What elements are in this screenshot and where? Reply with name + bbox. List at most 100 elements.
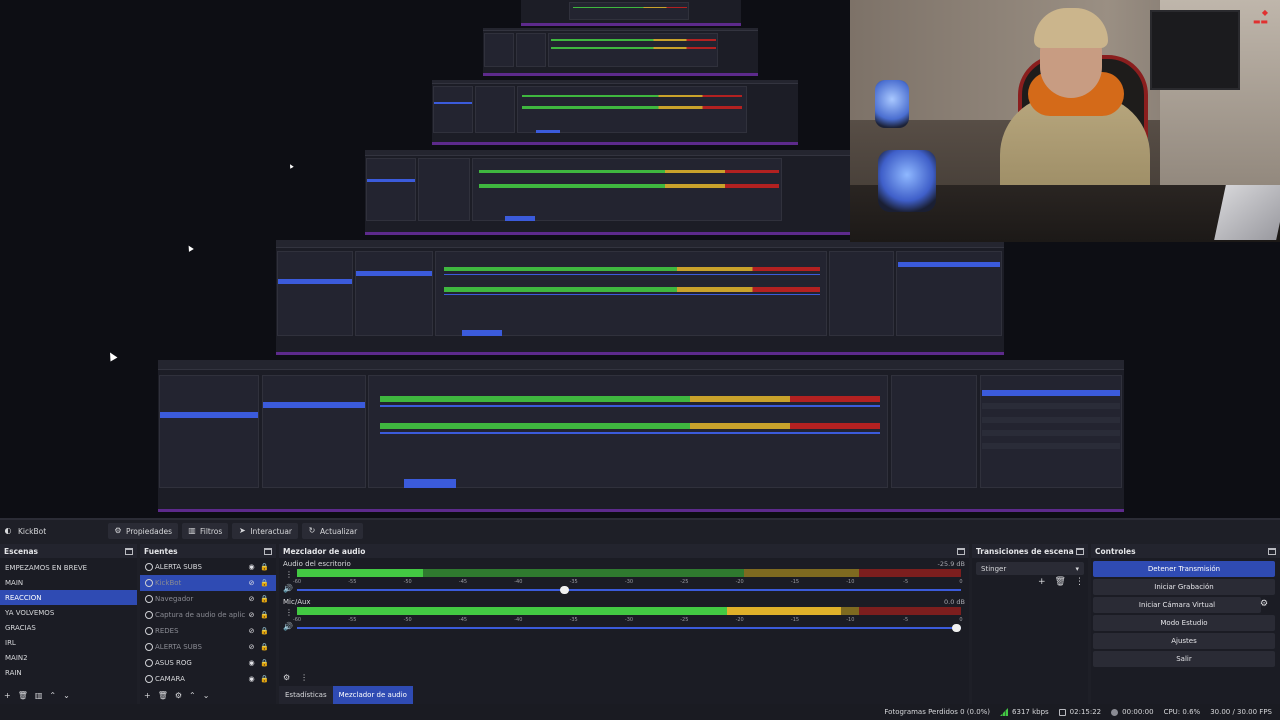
trash-icon[interactable]: 🗑	[18, 691, 28, 700]
meter-tick: -10	[846, 617, 855, 623]
eye-icon[interactable]: ◉	[245, 659, 258, 667]
eye-hidden-icon[interactable]: ⊘	[245, 595, 258, 603]
scene-item[interactable]: YA VOLVEMOS	[0, 605, 137, 620]
scene-item-label: GRACIAS	[5, 623, 36, 632]
virtual-camera-button[interactable]: Iniciar Cámara Virtual	[1093, 597, 1261, 613]
undock-icon[interactable]	[264, 547, 272, 555]
scene-item[interactable]: MAIN2	[0, 650, 137, 665]
source-item[interactable]: ASUS ROG ◉ 🔒	[140, 655, 276, 671]
trash-icon[interactable]: 🗑	[158, 691, 168, 700]
eye-hidden-icon[interactable]: ⊘	[245, 611, 258, 619]
lock-icon[interactable]: 🔒	[258, 579, 271, 587]
meter-tick: -60	[292, 617, 302, 623]
scene-item[interactable]: GRACIAS	[0, 620, 137, 635]
eye-hidden-icon[interactable]: ⊘	[245, 643, 258, 651]
mouse-cursor	[106, 350, 118, 362]
virtual-camera-settings-icon[interactable]: ⚙	[1260, 599, 1268, 609]
lock-icon[interactable]: 🔒	[258, 563, 271, 571]
scene-item[interactable]: IRL	[0, 635, 137, 650]
tab-audio-mixer[interactable]: Mezclador de audio	[332, 686, 413, 704]
source-type-icon	[145, 595, 153, 603]
refresh-button[interactable]: ↻ Actualizar	[302, 523, 364, 539]
mixer-channel: Audio del escritorio -25.9 dB ⋮ -60 -55 -50 -4…	[279, 560, 969, 600]
transition-menu-icon[interactable]: ⋮	[1075, 577, 1084, 587]
move-down-icon[interactable]: ⌄	[203, 691, 210, 700]
source-item[interactable]: CAMARA ◉ 🔒	[140, 671, 276, 687]
meter-tick: -35	[569, 617, 578, 623]
undock-icon[interactable]	[1268, 547, 1276, 555]
gear-icon[interactable]: ⚙	[175, 691, 182, 700]
meter-tick: -35	[569, 579, 578, 585]
obs-dock-area: ◐ KickBot ⚙ Propiedades ▥ Filtros ➤ Inte…	[0, 518, 1280, 720]
lock-icon[interactable]: 🔒	[258, 611, 271, 619]
add-scene-button[interactable]: +	[4, 691, 11, 700]
settings-button[interactable]: Ajustes	[1093, 633, 1275, 649]
studio-mode-button[interactable]: Modo Estudio	[1093, 615, 1275, 631]
speaker-icon[interactable]: 🔊	[283, 584, 293, 593]
meter-tick: -15	[790, 579, 800, 585]
meter-tick: -25	[680, 617, 689, 623]
add-source-button[interactable]: +	[144, 691, 151, 700]
move-up-icon[interactable]: ⌃	[189, 691, 196, 700]
lock-icon[interactable]: 🔒	[258, 675, 271, 683]
advanced-audio-icon[interactable]: ⚙	[283, 673, 290, 682]
undock-icon[interactable]	[125, 547, 133, 555]
volume-slider-handle[interactable]	[952, 624, 961, 632]
source-item[interactable]: KickBot ⊘ 🔒	[140, 575, 276, 591]
add-transition-button[interactable]: +	[1038, 577, 1046, 587]
eye-icon[interactable]: ◉	[245, 563, 258, 571]
move-up-icon[interactable]: ⌃	[49, 691, 56, 700]
program-preview[interactable]: ◆ ▬▬	[0, 0, 1280, 518]
scene-item[interactable]: MAIN	[0, 575, 137, 590]
meter-tick: -55	[348, 617, 357, 623]
source-item-label: ALERTA SUBS	[155, 563, 202, 571]
signal-icon	[1000, 708, 1009, 716]
fps: 30.00 / 30.00 FPS	[1210, 708, 1272, 716]
stream-icon	[1058, 708, 1066, 716]
source-item[interactable]: Captura de audio de aplicació⊘🔒	[140, 607, 276, 623]
lock-icon[interactable]: 🔒	[258, 659, 271, 667]
source-item[interactable]: REDES ⊘ 🔒	[140, 623, 276, 639]
lock-icon[interactable]: 🔒	[258, 627, 271, 635]
eye-hidden-icon[interactable]: ⊘	[245, 579, 258, 587]
volume-slider-handle[interactable]	[560, 586, 570, 594]
undock-icon[interactable]	[957, 547, 965, 555]
mixer-toolbar: ⚙ ⋮	[283, 673, 308, 682]
start-recording-button[interactable]: Iniciar Grabación	[1093, 579, 1275, 595]
source-item[interactable]: Navegador ⊘ 🔒	[140, 591, 276, 607]
speaker-icon[interactable]: 🔊	[283, 622, 293, 631]
eye-icon[interactable]: ◉	[245, 675, 258, 683]
tab-statistics[interactable]: Estadísticas	[279, 686, 333, 704]
mixer-channel: Mic/Aux 0.0 dB ⋮ -60 -55 -50 -45 -40 -35 -30 -25 -2…	[279, 598, 969, 638]
preview-mirror-6	[521, 0, 741, 26]
scene-item[interactable]: EMPEZAMOS EN BREVE	[0, 560, 137, 575]
channel-db: -25.9 dB	[937, 560, 965, 568]
filters-button[interactable]: ▥ Filtros	[182, 523, 229, 539]
channel-menu-icon[interactable]: ⋮	[285, 608, 293, 617]
eye-hidden-icon[interactable]: ⊘	[245, 627, 258, 635]
trash-icon[interactable]: 🗑	[1055, 577, 1066, 587]
scene-filters-icon[interactable]: ▥	[35, 691, 43, 700]
preview-mirror-4	[432, 80, 798, 145]
source-item-label: Navegador	[155, 595, 194, 603]
channel-menu-icon[interactable]: ⋮	[285, 570, 293, 579]
mixer-menu-icon[interactable]: ⋮	[300, 673, 308, 682]
source-item[interactable]: ALERTA SUBS ◉ 🔒	[140, 559, 276, 575]
scene-item[interactable]: REACCION	[0, 590, 137, 605]
interact-button[interactable]: ➤ Interactuar	[232, 523, 298, 539]
volume-slider[interactable]	[297, 586, 961, 594]
move-down-icon[interactable]: ⌄	[63, 691, 70, 700]
exit-button[interactable]: Salir	[1093, 651, 1275, 667]
volume-slider[interactable]	[297, 624, 961, 632]
lock-icon[interactable]: 🔒	[258, 643, 271, 651]
meter-tick: 0	[959, 579, 963, 585]
lock-icon[interactable]: 🔒	[258, 595, 271, 603]
scene-item[interactable]: RAIN	[0, 665, 137, 680]
filter-icon: ▥	[188, 526, 196, 535]
transition-select[interactable]: Stinger ▾	[976, 562, 1084, 575]
source-item[interactable]: ALERTA SUBS ⊘ 🔒	[140, 639, 276, 655]
undock-icon[interactable]	[1076, 547, 1084, 555]
source-type-icon	[145, 675, 153, 683]
properties-button[interactable]: ⚙ Propiedades	[108, 523, 178, 539]
stop-stream-button[interactable]: Detener Transmisión	[1093, 561, 1275, 577]
